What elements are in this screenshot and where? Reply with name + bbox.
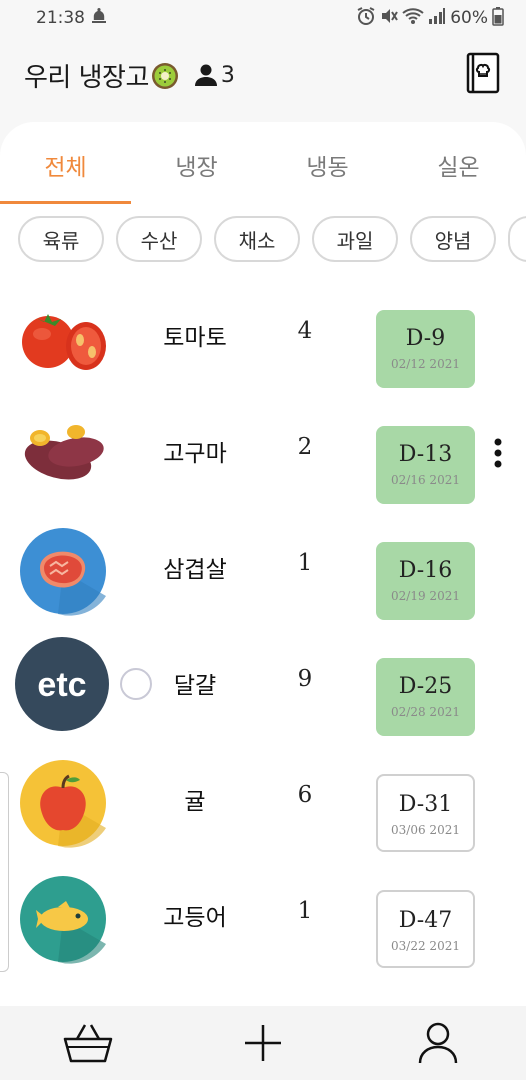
person-icon xyxy=(194,64,217,86)
tab-all[interactable]: 전체 xyxy=(0,132,131,204)
chip-fruit[interactable]: 과일 xyxy=(312,216,398,262)
fridge-title-text: 우리 냉장고 xyxy=(24,62,149,93)
meat-icon xyxy=(18,526,108,616)
fish-icon xyxy=(18,874,108,964)
list-item[interactable]: 삼겹살 1 D-16 02/19 2021 xyxy=(0,514,526,630)
item-name: 삼겹살 xyxy=(163,557,227,583)
chip-seasoning[interactable]: 양념 xyxy=(410,216,496,262)
member-count-number: 3 xyxy=(220,62,235,88)
chip-vegetables[interactable]: 채소 xyxy=(214,216,300,262)
item-name: 토마토 xyxy=(163,325,227,351)
chip-meat[interactable]: 육류 xyxy=(18,216,104,262)
item-quantity: 1 xyxy=(297,898,313,924)
item-name: 달걀 xyxy=(173,673,217,699)
side-drawer-handle[interactable] xyxy=(0,772,9,972)
expiry-date: 03/22 2021 xyxy=(391,939,460,953)
expiry-badge: D-47 03/22 2021 xyxy=(376,890,475,968)
item-name: 고구마 xyxy=(163,441,227,467)
storage-tabs: 전체 냉장 냉동 실온 xyxy=(0,132,526,204)
nav-basket-button[interactable] xyxy=(53,1013,123,1073)
expiry-badge: D-25 02/28 2021 xyxy=(376,658,475,736)
tab-frozen[interactable]: 냉동 xyxy=(262,132,393,204)
expiry-date: 02/12 2021 xyxy=(391,357,460,371)
app-header: 우리 냉장고 3 xyxy=(0,40,526,110)
chip-more[interactable] xyxy=(508,216,526,262)
battery-icon xyxy=(492,6,504,31)
notification-icon xyxy=(91,7,107,30)
item-quantity: 4 xyxy=(297,318,313,344)
kiwi-icon xyxy=(151,62,179,90)
expiry-badge: D-16 02/19 2021 xyxy=(376,542,475,620)
main-panel: 전체 냉장 냉동 실온 육류 수산 채소 과일 양념 토마토 4 D-9 02/… xyxy=(0,122,526,1012)
mute-icon xyxy=(380,7,399,30)
nav-add-button[interactable] xyxy=(228,1013,298,1073)
tab-refrigerated[interactable]: 냉장 xyxy=(131,132,262,204)
dday-label: D-13 xyxy=(398,442,453,467)
fridge-title: 우리 냉장고 xyxy=(24,57,179,94)
item-quantity: 2 xyxy=(297,434,313,460)
basket-icon xyxy=(63,1024,112,1063)
item-quantity: 1 xyxy=(297,550,313,576)
expiry-date: 02/28 2021 xyxy=(391,705,460,719)
more-options-icon[interactable] xyxy=(494,438,502,468)
recipe-book-button[interactable] xyxy=(466,52,500,94)
tomato-icon xyxy=(18,294,108,384)
item-name: 고등어 xyxy=(163,905,227,931)
bottom-nav xyxy=(0,1006,526,1080)
etc-icon: etc xyxy=(14,636,110,732)
sweet-potato-icon xyxy=(18,410,108,500)
fruit-icon xyxy=(18,758,108,848)
item-quantity: 6 xyxy=(297,782,313,808)
expiry-date: 02/19 2021 xyxy=(391,589,460,603)
status-bar: 21:38 60% xyxy=(0,0,526,36)
expiry-badge: D-31 03/06 2021 xyxy=(376,774,475,852)
alarm-icon xyxy=(356,6,376,30)
list-item[interactable]: etc 달걀 9 D-25 02/28 2021 xyxy=(0,630,526,746)
list-item[interactable]: 고구마 2 D-13 02/16 2021 xyxy=(0,398,526,514)
list-item[interactable]: 고등어 1 D-47 03/22 2021 xyxy=(0,862,526,978)
battery-text: 60% xyxy=(450,8,488,28)
member-count[interactable]: 3 xyxy=(193,62,235,88)
recipe-book-icon xyxy=(466,52,500,94)
status-time: 21:38 xyxy=(36,8,85,28)
expiry-badge: D-13 02/16 2021 xyxy=(376,426,475,504)
etc-label: etc xyxy=(37,666,86,704)
expiry-date: 02/16 2021 xyxy=(391,473,460,487)
tab-room-temp[interactable]: 실온 xyxy=(393,132,524,204)
list-item[interactable]: 토마토 4 D-9 02/12 2021 xyxy=(0,282,526,398)
dday-label: D-16 xyxy=(398,558,453,583)
chip-seafood[interactable]: 수산 xyxy=(116,216,202,262)
nav-profile-button[interactable] xyxy=(403,1013,473,1073)
list-item[interactable]: 귤 6 D-31 03/06 2021 xyxy=(0,746,526,862)
food-list: 토마토 4 D-9 02/12 2021 고구마 2 D-13 02/16 20… xyxy=(0,282,526,1012)
dday-label: D-47 xyxy=(398,908,453,933)
dday-label: D-25 xyxy=(398,674,453,699)
wifi-icon xyxy=(402,7,424,30)
item-name: 귤 xyxy=(184,789,206,815)
dday-label: D-9 xyxy=(405,326,446,351)
dday-label: D-31 xyxy=(398,792,453,817)
expiry-date: 03/06 2021 xyxy=(391,823,460,837)
signal-icon xyxy=(428,7,446,30)
expiry-badge: D-9 02/12 2021 xyxy=(376,310,475,388)
item-quantity: 9 xyxy=(297,666,313,692)
add-icon xyxy=(244,1025,281,1061)
profile-icon xyxy=(419,1022,458,1064)
category-chips: 육류 수산 채소 과일 양념 xyxy=(0,216,526,266)
